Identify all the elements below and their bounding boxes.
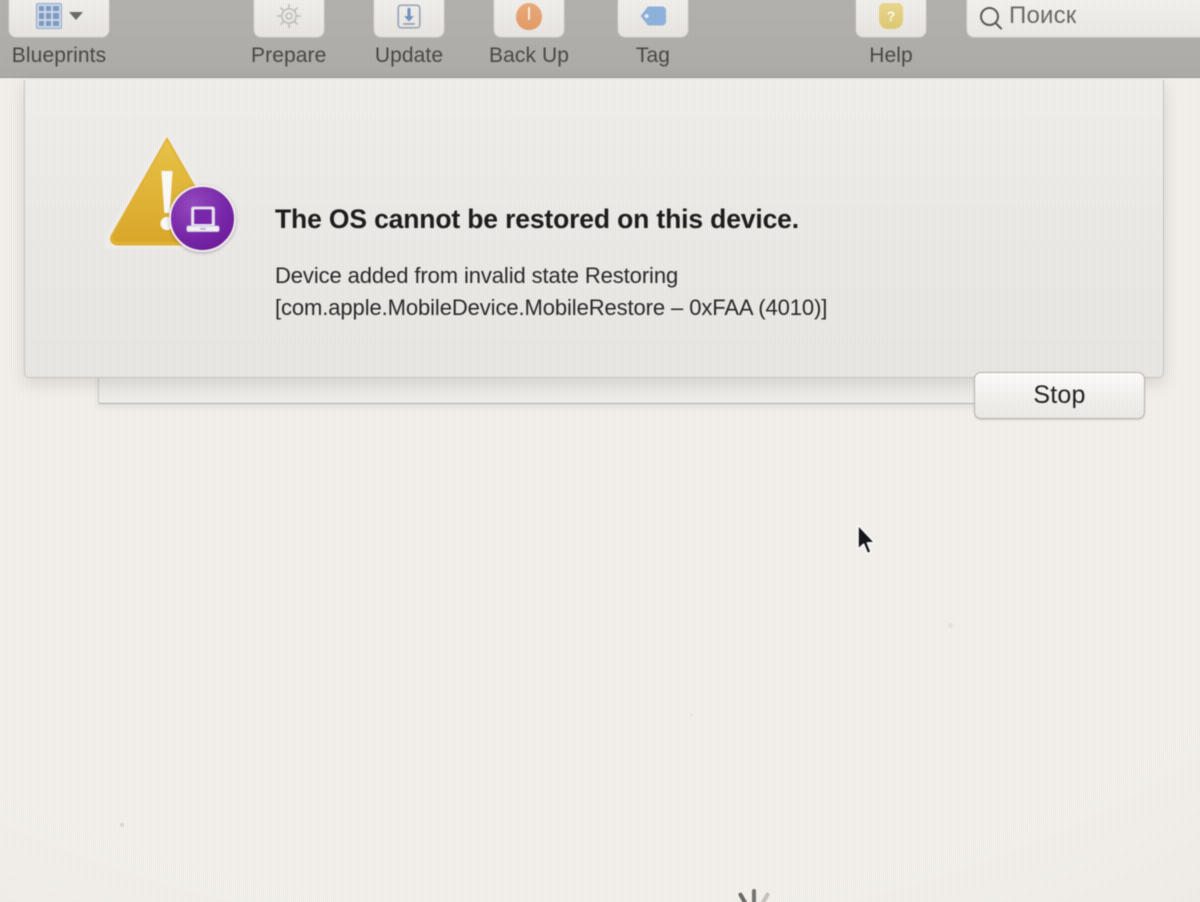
toolbar-label-tag: Tag bbox=[635, 44, 671, 67]
toolbar-item-help[interactable]: ? Help bbox=[855, 0, 927, 68]
search-input-placeholder[interactable]: Поиск bbox=[1009, 2, 1077, 30]
toolbar-item-tag[interactable]: Tag bbox=[617, 0, 689, 68]
spinner-spoke bbox=[752, 889, 757, 902]
tag-button[interactable] bbox=[617, 0, 689, 38]
blueprints-button[interactable] bbox=[8, 0, 110, 38]
help-button[interactable]: ? bbox=[855, 0, 927, 38]
prepare-button[interactable] bbox=[252, 0, 325, 38]
stop-button[interactable]: Stop bbox=[974, 372, 1145, 419]
dialog-message: Device added from invalid state Restorin… bbox=[275, 263, 828, 320]
gear-icon bbox=[276, 3, 302, 29]
tag-icon bbox=[640, 6, 666, 26]
alert-icon-group bbox=[93, 123, 253, 273]
toolbar-item-update[interactable]: Update bbox=[373, 0, 445, 68]
dialog-title: The OS cannot be restored on this device… bbox=[275, 204, 799, 234]
help-shield-icon: ? bbox=[879, 3, 903, 29]
device-icon bbox=[185, 206, 220, 232]
spinner-spoke bbox=[737, 891, 749, 902]
toolbar-item-backup[interactable]: Back Up bbox=[489, 0, 569, 68]
chevron-down-icon[interactable] bbox=[68, 12, 83, 20]
spinner-spoke bbox=[759, 891, 771, 902]
toolbar-label-update: Update bbox=[374, 44, 444, 67]
device-badge-icon bbox=[169, 185, 236, 252]
toolbar-label-blueprints: Blueprints bbox=[11, 44, 107, 67]
toolbar-item-blueprints[interactable]: Blueprints bbox=[8, 0, 110, 68]
toolbar-label-help: Help bbox=[869, 44, 913, 67]
toolbar-label-prepare: Prepare bbox=[251, 44, 327, 67]
error-dialog: The OS cannot be restored on this device… bbox=[24, 80, 1164, 419]
update-button[interactable] bbox=[373, 0, 445, 38]
toolbar: Blueprints Prepare Update Back Up Tag ? … bbox=[0, 0, 1200, 78]
download-box-icon bbox=[397, 3, 421, 29]
mouse-pointer bbox=[857, 524, 876, 555]
search-icon bbox=[980, 6, 999, 26]
grid-icon bbox=[35, 3, 62, 29]
loading-spinner bbox=[722, 886, 786, 902]
backup-button[interactable] bbox=[493, 0, 566, 38]
toolbar-label-backup: Back Up bbox=[489, 44, 570, 67]
backup-icon bbox=[516, 2, 543, 30]
app-window: Blueprints Prepare Update Back Up Tag ? … bbox=[0, 0, 1200, 902]
search-field[interactable]: Поиск bbox=[966, 0, 1200, 38]
toolbar-item-prepare[interactable]: Prepare bbox=[251, 0, 326, 68]
